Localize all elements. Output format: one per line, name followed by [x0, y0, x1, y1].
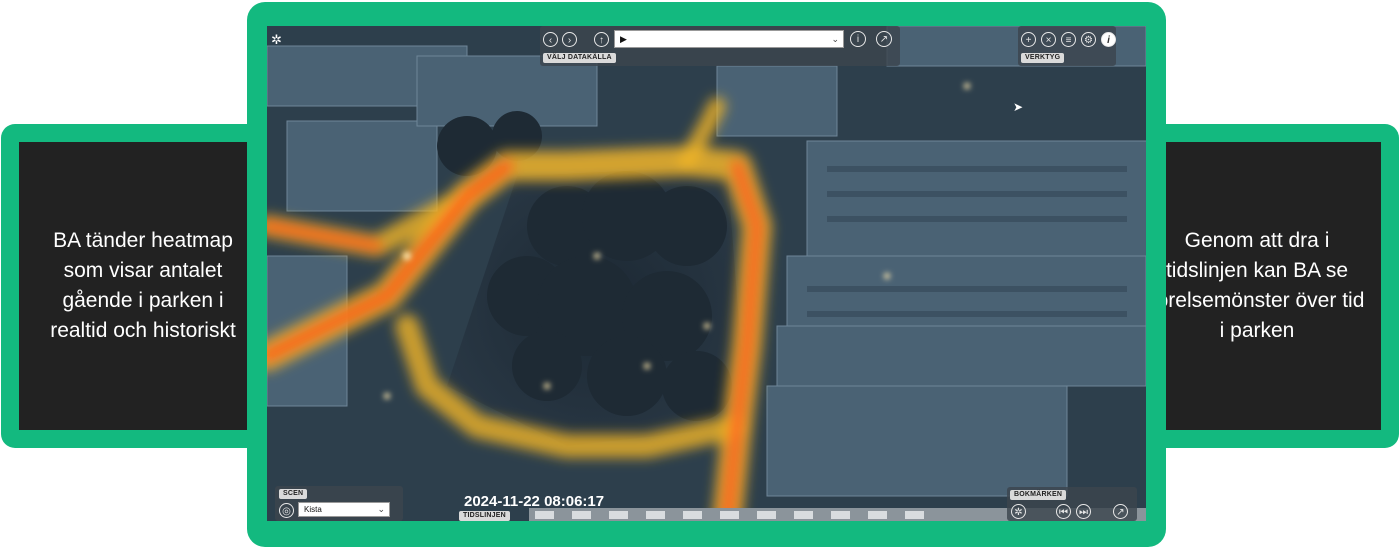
arrow-up-icon[interactable]: ↑ — [594, 32, 609, 47]
datasource-value: ▶ — [620, 34, 627, 44]
timeline-segment[interactable] — [868, 511, 887, 519]
share-icon[interactable]: ↗ — [1113, 504, 1128, 519]
previous-icon[interactable]: ⏮ — [1056, 504, 1071, 519]
scene-panel: SCEN ◎ Kista ⌄ — [275, 486, 403, 521]
timeline-segment[interactable] — [831, 511, 850, 519]
timeline-segment[interactable] — [757, 511, 776, 519]
mouse-cursor-icon: ➤ — [1013, 100, 1024, 114]
timeline-tag: TIDSLINJEN — [459, 511, 510, 521]
datasource-tag: VÄLJ DATAKÄLLA — [543, 53, 616, 63]
timeline-segment[interactable] — [720, 511, 739, 519]
tools-tag: VERKTYG — [1021, 53, 1065, 63]
timeline-segment[interactable] — [646, 511, 665, 519]
timeline-segment[interactable] — [683, 511, 702, 519]
timeline-segment[interactable] — [535, 511, 554, 519]
info-icon[interactable]: i — [850, 31, 866, 47]
arrow-right-icon[interactable]: › — [562, 32, 577, 47]
scene-icon[interactable]: ◎ — [279, 503, 294, 518]
timeline-segment[interactable] — [609, 511, 628, 519]
left-card-text: BA tänder heatmap som visar antalet gåen… — [19, 142, 267, 430]
settings-icon[interactable]: ⚙ — [1081, 32, 1096, 47]
timeline-segment[interactable] — [905, 511, 924, 519]
chart-icon[interactable]: ≡ — [1061, 32, 1076, 47]
chevron-down-icon: ⌄ — [831, 34, 839, 44]
chevron-down-icon: ⌄ — [377, 504, 385, 514]
scene-tag: SCEN — [279, 489, 308, 499]
zoom-in-icon[interactable]: + — [1021, 32, 1036, 47]
right-card-text: Genom att dra i tidslinjen kan BA se rör… — [1133, 142, 1381, 430]
measure-icon[interactable]: × — [1041, 32, 1056, 47]
app-logo-icon[interactable]: ✲ — [271, 32, 282, 48]
tools-toolbar: + × ≡ ⚙ i VERKTYG — [1018, 26, 1116, 66]
scene-select[interactable]: Kista ⌄ — [298, 502, 390, 517]
next-icon[interactable]: ⏭ — [1076, 504, 1091, 519]
timeline-segment[interactable] — [794, 511, 813, 519]
bookmarks-panel: BOKMÄRKEN ✲ ⏮ ⏭ ↗ — [1007, 487, 1137, 521]
left-info-card: BA tänder heatmap som visar antalet gåen… — [1, 124, 285, 448]
info-icon[interactable]: i — [1101, 32, 1116, 47]
compass-icon[interactable]: ↗ — [876, 31, 892, 47]
bookmarks-tag: BOKMÄRKEN — [1010, 490, 1067, 500]
arrow-left-icon[interactable]: ‹ — [543, 32, 558, 47]
scene-value: Kista — [304, 505, 322, 514]
data-source-toolbar: ‹ › ↑ ▶ ⌄ i ↗ VÄLJ DATAKÄLLA — [540, 26, 900, 66]
datasource-select[interactable]: ▶ ⌄ — [614, 30, 844, 48]
map-3d-viewport[interactable]: ✲ ‹ › ↑ ▶ ⌄ i ↗ VÄLJ DATAKÄLLA + × ≡ ⚙ i… — [267, 26, 1146, 521]
bookmark-star-icon[interactable]: ✲ — [1011, 504, 1026, 519]
timeline-segment[interactable] — [572, 511, 591, 519]
